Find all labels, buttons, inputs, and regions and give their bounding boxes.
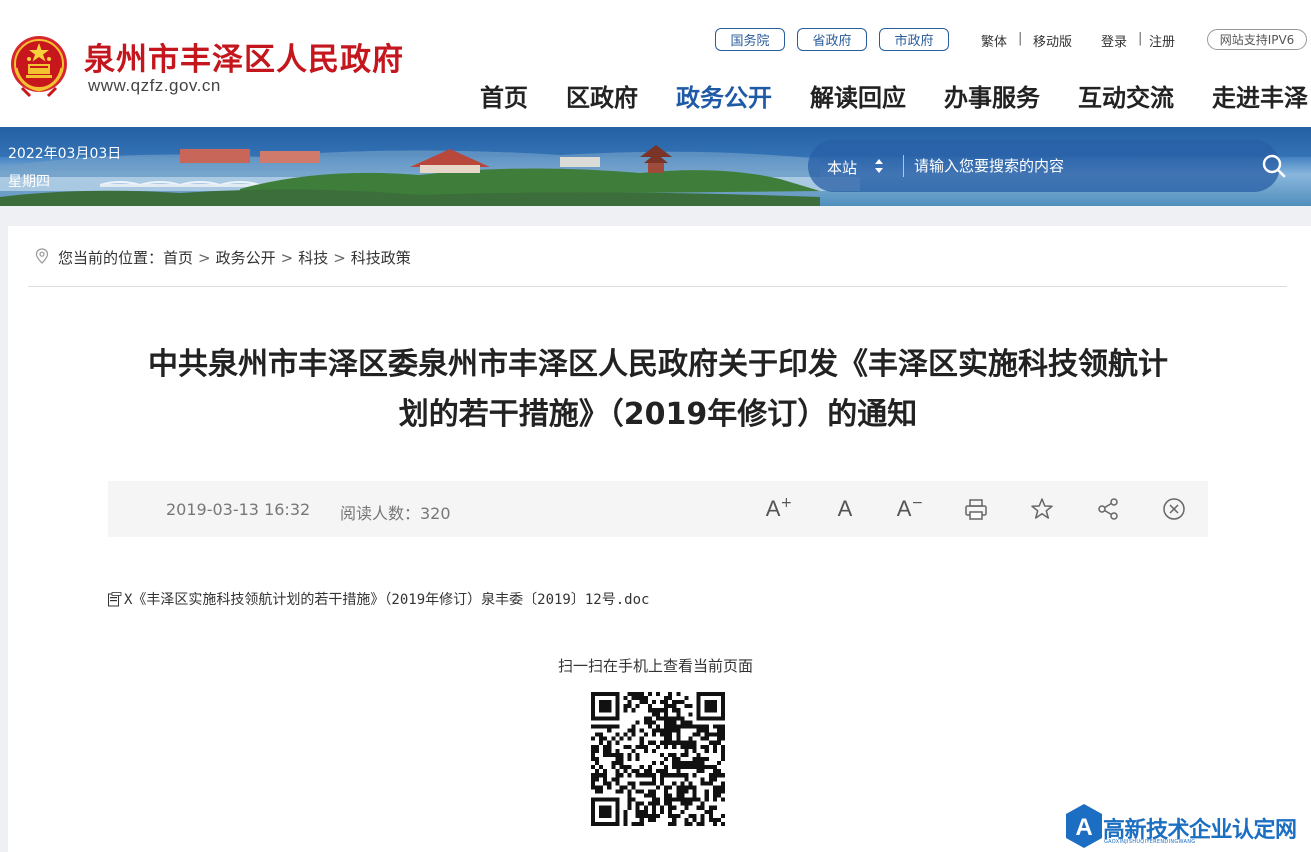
site-name[interactable]: 泉州市丰泽区人民政府 [84,34,404,79]
article-title-line: 划的若干措施》（2019年修订）的通知 [398,397,918,432]
watermark-logo-icon: A [1066,804,1102,848]
search-scope-select[interactable]: 本站 [827,157,857,178]
search-icon[interactable] [1260,152,1288,180]
nav-gov-affairs[interactable]: 政务公开 [676,78,772,113]
national-emblem-icon[interactable] [8,34,70,98]
read-count: 阅读人数：320 [340,504,451,523]
location-pin-icon [35,248,49,264]
breadcrumb-item-technology[interactable]: 科技 [298,249,328,267]
breadcrumb-item-gov-affairs[interactable]: 政务公开 [216,249,276,267]
font-increase-icon[interactable]: A + [764,494,794,524]
qr-code [591,692,725,826]
nav-district-gov[interactable]: 区政府 [566,78,638,113]
breadcrumb-separator: > [198,249,211,267]
link-state-council[interactable]: 国务院 [715,28,785,51]
breadcrumb-prefix: 您当前的位置： [58,249,164,267]
attachment-link[interactable]: X《丰泽区实施科技领航计划的若干措施》（2019年修订）泉丰委〔2019〕12号… [124,589,649,609]
watermark-subtitle: GAOXINJISHUQIYERENDINGWANG [1104,839,1196,845]
word-doc-icon[interactable] [108,592,122,608]
link-login[interactable]: 登录 [1101,31,1127,50]
nav-home[interactable]: 首页 [480,78,528,113]
ipv6-badge: 网站支持IPV6 [1207,29,1307,50]
current-date: 2022年03月03日 [8,146,122,162]
breadcrumb-separator: > [280,249,294,267]
link-city-gov[interactable]: 市政府 [879,28,949,51]
article-title: 中共泉州市丰泽区委泉州市丰泽区人民政府关于印发《丰泽区实施科技领航计 划的若干措… [105,340,1211,440]
search-divider [903,155,904,177]
font-normal-icon[interactable]: A [830,494,860,524]
breadcrumb: 您当前的位置：首页 > 政务公开 > 科技 > 科技政策 [58,247,411,268]
close-icon[interactable] [1159,494,1189,524]
nav-interpretation[interactable]: 解读回应 [810,78,906,113]
breadcrumb-separator: > [333,249,346,267]
site-url: www.qzfz.gov.cn [88,76,221,95]
link-register[interactable]: 注册 [1149,31,1175,50]
breadcrumb-divider [28,286,1287,287]
link-mobile-version[interactable]: 移动版 [1033,31,1072,50]
current-weekday: 星期四 [8,174,50,190]
nav-interaction[interactable]: 互动交流 [1078,78,1174,113]
top-separator: | [1138,31,1143,46]
top-separator: | [1018,31,1023,46]
link-traditional-chinese[interactable]: 繁体 [981,31,1007,50]
search-input[interactable] [914,152,1244,180]
share-icon[interactable] [1093,494,1123,524]
nav-services[interactable]: 办事服务 [944,78,1040,113]
qr-caption: 扫一扫在手机上查看当前页面 [557,657,753,675]
breadcrumb-item-home[interactable]: 首页 [163,249,193,267]
link-province-gov[interactable]: 省政府 [797,28,867,51]
site-header: 泉州市丰泽区人民政府 www.qzfz.gov.cn 国务院 省政府 市政府 繁… [0,0,1311,127]
breadcrumb-item-tech-policy[interactable]: 科技政策 [351,249,411,267]
updown-arrow-icon[interactable] [872,156,886,176]
publish-time: 2019-03-13 16:32 [166,500,311,519]
font-decrease-icon[interactable]: A − [895,494,925,524]
nav-about-fengze[interactable]: 走进丰泽 [1212,78,1308,113]
svg-text:A: A [1075,814,1092,841]
star-icon[interactable] [1027,494,1057,524]
article-title-line: 中共泉州市丰泽区委泉州市丰泽区人民政府关于印发《丰泽区实施科技领航计 [148,347,1168,382]
print-icon[interactable] [961,494,991,524]
